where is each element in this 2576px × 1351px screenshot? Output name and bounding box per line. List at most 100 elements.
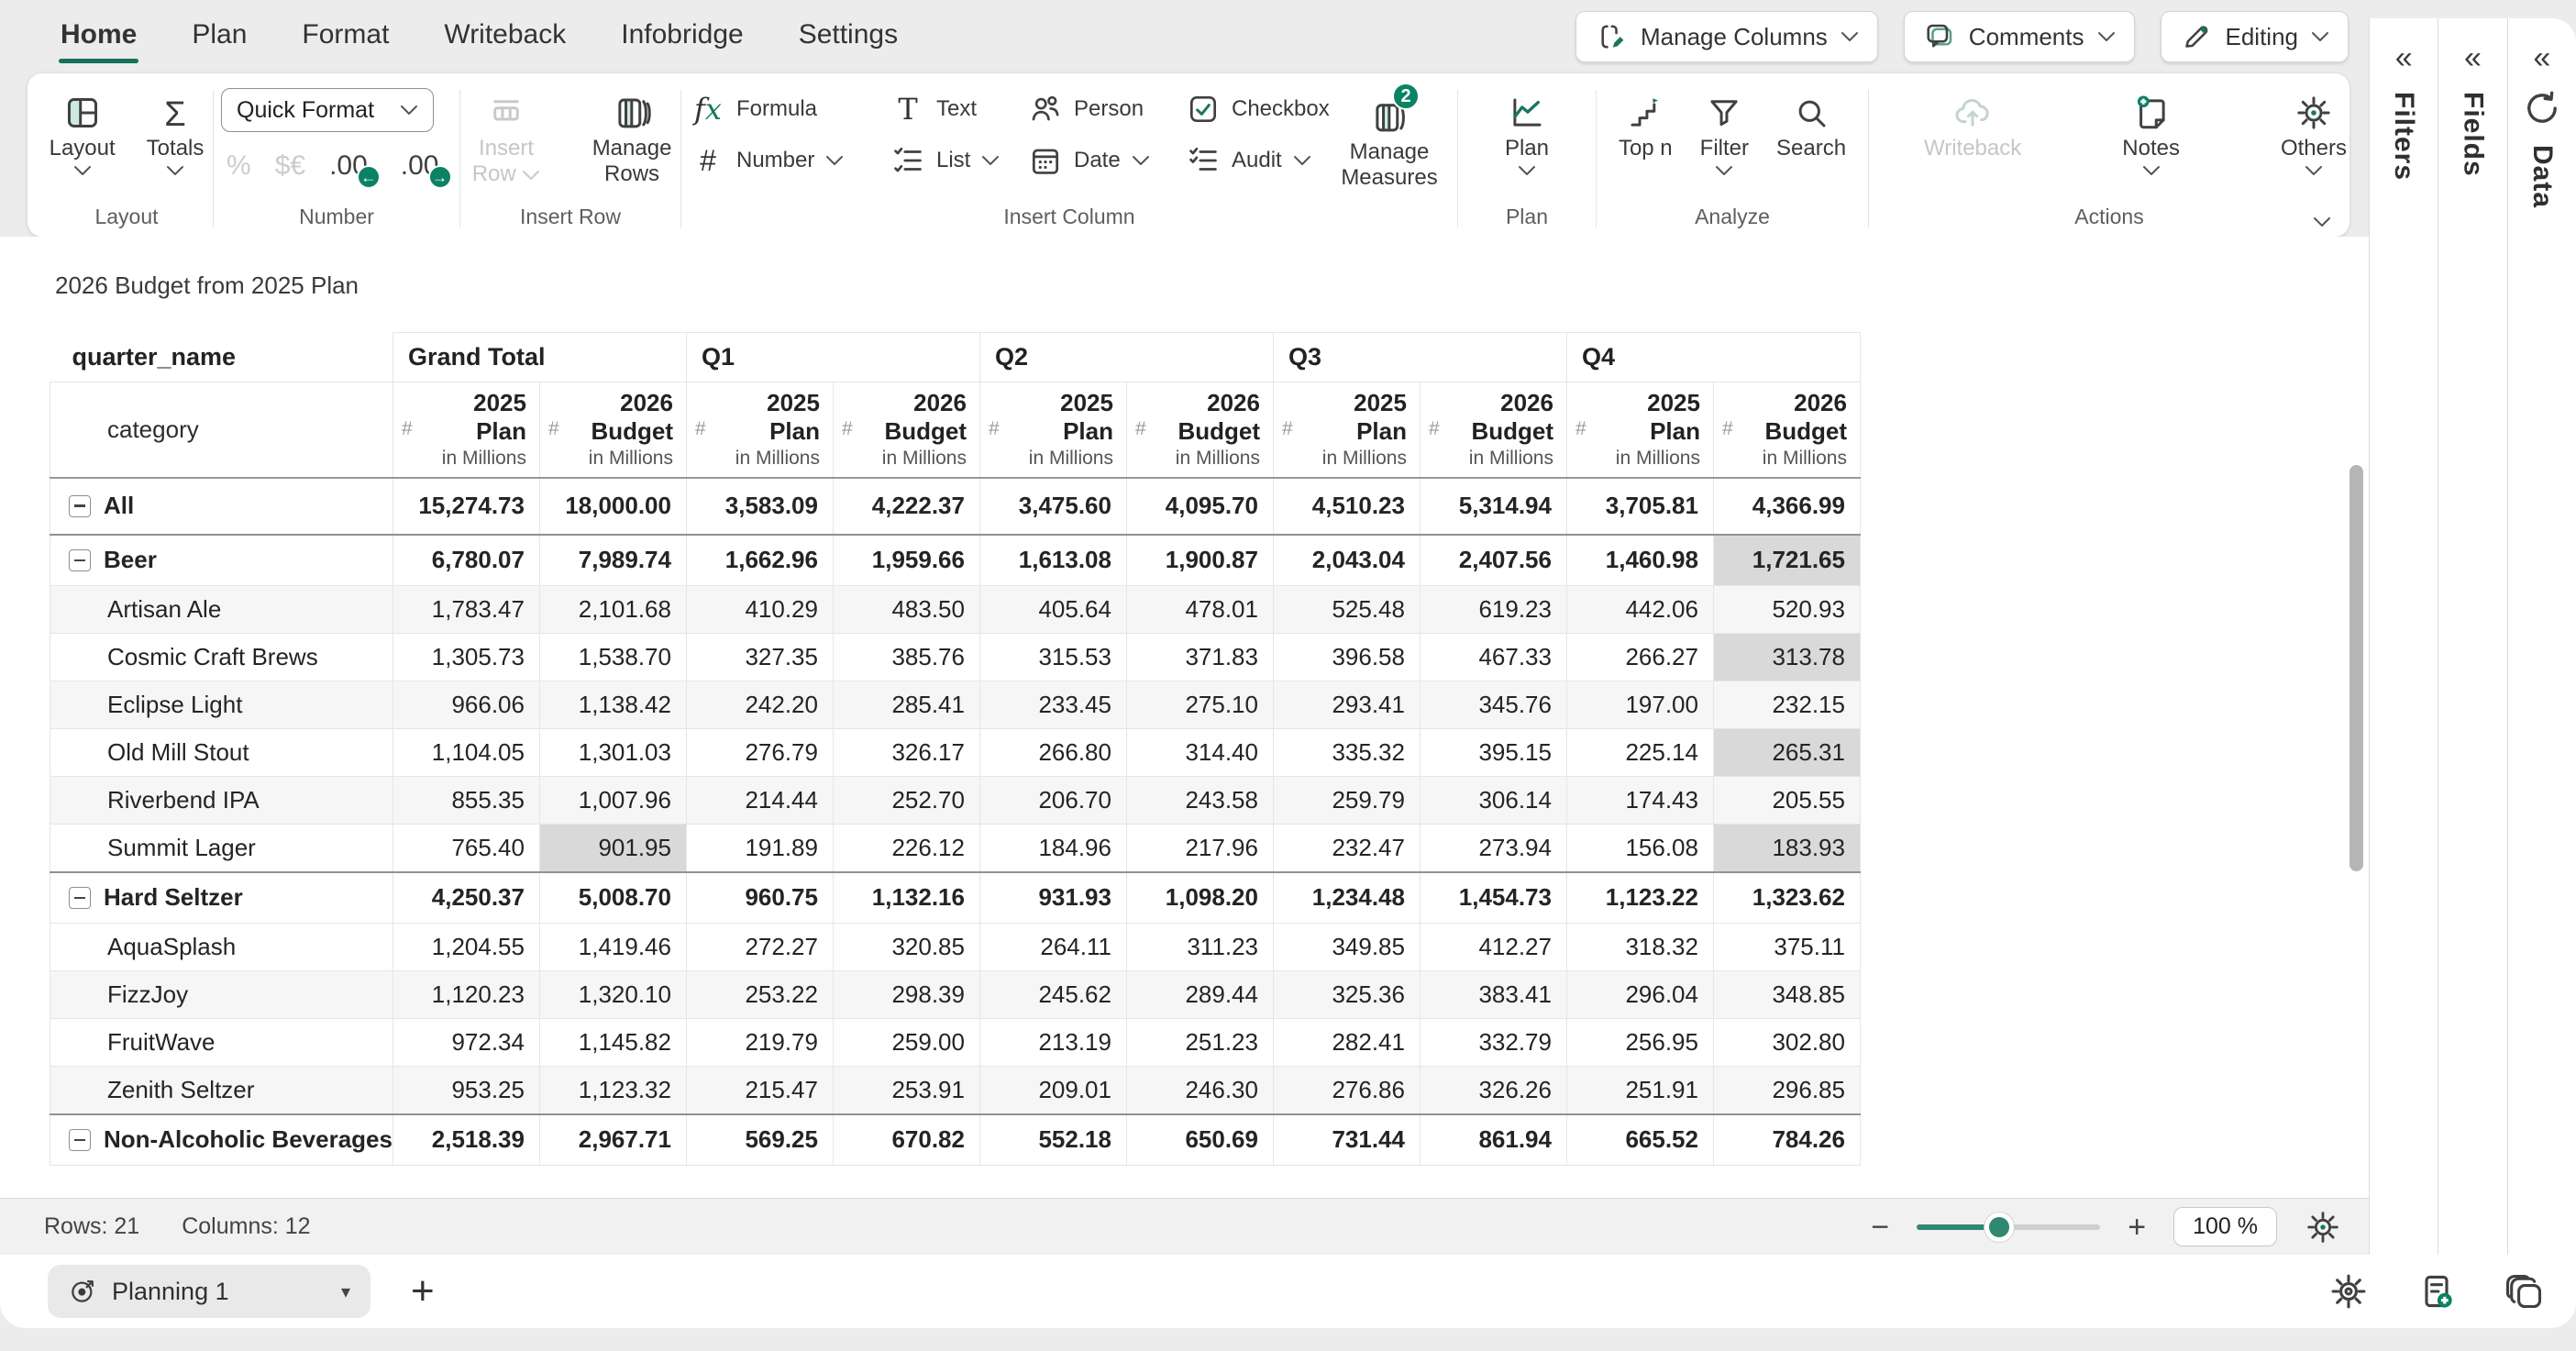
value-cell[interactable]: 1,098.20: [1126, 872, 1273, 924]
row-header-cell[interactable]: Beer: [50, 535, 393, 586]
value-cell[interactable]: 243.58: [1126, 777, 1273, 825]
filter-button[interactable]: Filter: [1700, 88, 1749, 176]
value-cell[interactable]: 209.01: [979, 1067, 1126, 1114]
zoom-in-button[interactable]: +: [2128, 1212, 2146, 1243]
value-cell[interactable]: 232.15: [1713, 681, 1860, 729]
value-cell[interactable]: 1,613.08: [979, 535, 1126, 586]
insert-list-button[interactable]: List: [890, 143, 1028, 178]
row-header-cell[interactable]: Zenith Seltzer: [50, 1067, 393, 1114]
row-header-cell[interactable]: Non-Alcoholic Beverages: [50, 1114, 393, 1166]
value-cell[interactable]: 5,314.94: [1420, 478, 1566, 535]
measure-header[interactable]: #2026 Budgetin Millions: [539, 382, 686, 478]
value-cell[interactable]: 259.00: [833, 1019, 979, 1067]
value-cell[interactable]: 349.85: [1273, 924, 1420, 971]
value-cell[interactable]: 289.44: [1126, 971, 1273, 1019]
value-cell[interactable]: 245.62: [979, 971, 1126, 1019]
value-cell[interactable]: 2,407.56: [1420, 535, 1566, 586]
measure-header[interactable]: #2026 Budgetin Millions: [833, 382, 979, 478]
measure-header[interactable]: #2025 Planin Millions: [979, 382, 1126, 478]
row-header-cell[interactable]: Eclipse Light: [50, 681, 393, 729]
value-cell[interactable]: 325.36: [1273, 971, 1420, 1019]
value-cell[interactable]: 318.32: [1566, 924, 1713, 971]
value-cell[interactable]: 233.45: [979, 681, 1126, 729]
quick-format-select[interactable]: Quick Format: [221, 88, 434, 132]
layout-button[interactable]: Layout: [50, 88, 116, 176]
row-collapse-icon[interactable]: [69, 549, 91, 571]
value-cell[interactable]: 1,662.96: [686, 535, 833, 586]
value-cell[interactable]: 931.93: [979, 872, 1126, 924]
row-collapse-icon[interactable]: [69, 1129, 91, 1151]
value-cell[interactable]: 191.89: [686, 825, 833, 872]
top-n-button[interactable]: Top n: [1619, 88, 1673, 176]
value-cell[interactable]: 4,095.70: [1126, 478, 1273, 535]
value-cell[interactable]: 1,123.32: [539, 1067, 686, 1114]
value-cell[interactable]: 273.94: [1420, 825, 1566, 872]
value-cell[interactable]: 2,967.71: [539, 1114, 686, 1166]
value-cell[interactable]: 197.00: [1566, 681, 1713, 729]
value-cell[interactable]: 731.44: [1273, 1114, 1420, 1166]
tab-infobridge[interactable]: Infobridge: [619, 6, 745, 67]
value-cell[interactable]: 1,120.23: [392, 971, 539, 1019]
value-cell[interactable]: 1,323.62: [1713, 872, 1860, 924]
value-cell[interactable]: 6,780.07: [392, 535, 539, 586]
value-cell[interactable]: 232.47: [1273, 825, 1420, 872]
value-cell[interactable]: 619.23: [1420, 586, 1566, 634]
value-cell[interactable]: 525.48: [1273, 586, 1420, 634]
value-cell[interactable]: 282.41: [1273, 1019, 1420, 1067]
value-cell[interactable]: 252.70: [833, 777, 979, 825]
value-cell[interactable]: 276.79: [686, 729, 833, 777]
percent-format-icon[interactable]: %: [227, 152, 251, 180]
value-cell[interactable]: 219.79: [686, 1019, 833, 1067]
value-cell[interactable]: 259.79: [1273, 777, 1420, 825]
decrease-decimals-button[interactable]: .00←: [329, 152, 368, 180]
search-button[interactable]: Search: [1776, 88, 1846, 176]
zoom-level[interactable]: 100 %: [2173, 1207, 2277, 1246]
insert-text-button[interactable]: T Text: [890, 92, 1028, 127]
value-cell[interactable]: 1,204.55: [392, 924, 539, 971]
ribbon-collapse-chevron[interactable]: [2313, 216, 2331, 227]
value-cell[interactable]: 375.11: [1713, 924, 1860, 971]
editing-button[interactable]: Editing: [2161, 11, 2349, 62]
value-cell[interactable]: 253.91: [833, 1067, 979, 1114]
insert-formula-button[interactable]: fx Formula: [691, 92, 890, 127]
value-cell[interactable]: 5,008.70: [539, 872, 686, 924]
sheet-tab-planning-1[interactable]: Planning 1 ▾: [48, 1265, 370, 1318]
value-cell[interactable]: 320.85: [833, 924, 979, 971]
value-cell[interactable]: 7,989.74: [539, 535, 686, 586]
value-cell[interactable]: 225.14: [1566, 729, 1713, 777]
tab-format[interactable]: Format: [300, 6, 391, 67]
tab-home[interactable]: Home: [59, 6, 138, 67]
value-cell[interactable]: 275.10: [1126, 681, 1273, 729]
plan-button[interactable]: Plan: [1505, 88, 1549, 176]
tab-settings[interactable]: Settings: [797, 6, 900, 67]
row-collapse-icon[interactable]: [69, 887, 91, 909]
quarter-header[interactable]: Q4: [1566, 333, 1860, 382]
row-header-cell[interactable]: FruitWave: [50, 1019, 393, 1067]
value-cell[interactable]: 1,007.96: [539, 777, 686, 825]
workbook-settings-gear-icon[interactable]: [2328, 1271, 2369, 1312]
value-cell[interactable]: 285.41: [833, 681, 979, 729]
value-cell[interactable]: 174.43: [1566, 777, 1713, 825]
value-cell[interactable]: 348.85: [1713, 971, 1860, 1019]
value-cell[interactable]: 966.06: [392, 681, 539, 729]
zoom-out-button[interactable]: −: [1871, 1212, 1889, 1243]
totals-button[interactable]: Σ Totals: [147, 88, 205, 176]
value-cell[interactable]: 383.41: [1420, 971, 1566, 1019]
value-cell[interactable]: 1,123.22: [1566, 872, 1713, 924]
value-cell[interactable]: 371.83: [1126, 634, 1273, 681]
measure-header[interactable]: #2026 Budgetin Millions: [1420, 382, 1566, 478]
value-cell[interactable]: 18,000.00: [539, 478, 686, 535]
quarter-header[interactable]: Q2: [979, 333, 1273, 382]
value-cell[interactable]: 1,145.82: [539, 1019, 686, 1067]
value-cell[interactable]: 1,783.47: [392, 586, 539, 634]
refresh-icon[interactable]: [2524, 90, 2560, 127]
value-cell[interactable]: 410.29: [686, 586, 833, 634]
value-cell[interactable]: 264.11: [979, 924, 1126, 971]
increase-decimals-button[interactable]: .00→: [401, 152, 439, 180]
measure-header[interactable]: #2025 Planin Millions: [686, 382, 833, 478]
pages-copy-icon[interactable]: [2504, 1271, 2545, 1312]
value-cell[interactable]: 15,274.73: [392, 478, 539, 535]
value-cell[interactable]: 213.19: [979, 1019, 1126, 1067]
value-cell[interactable]: 855.35: [392, 777, 539, 825]
row-header-cell[interactable]: Artisan Ale: [50, 586, 393, 634]
